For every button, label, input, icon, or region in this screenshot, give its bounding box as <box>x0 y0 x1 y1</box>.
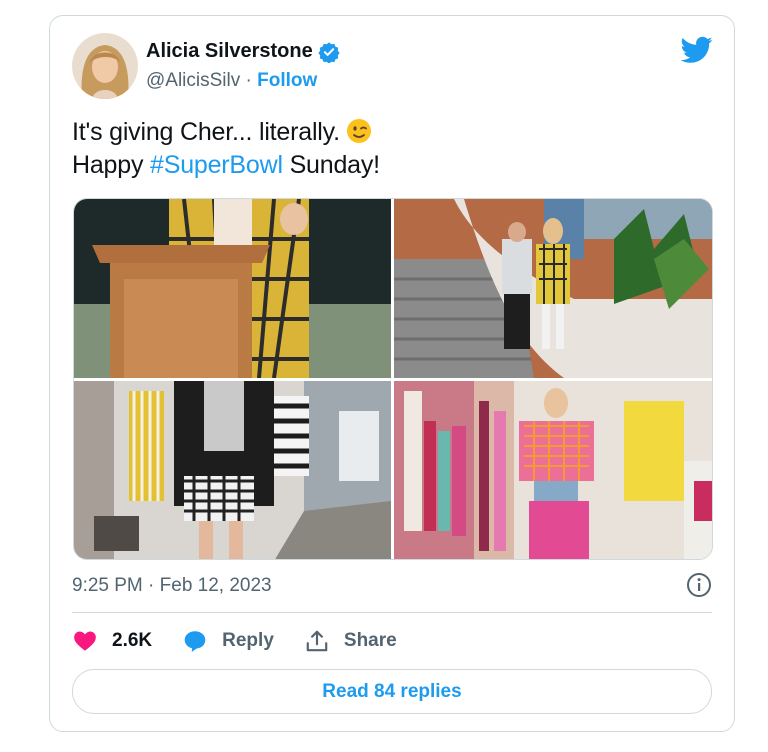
tweet-line-2-prefix: Happy <box>72 151 151 179</box>
share-icon <box>306 630 328 652</box>
follow-link[interactable]: Follow <box>257 70 317 91</box>
boutique-photo[interactable] <box>394 381 712 559</box>
reply-bubble-icon <box>184 631 206 652</box>
author-handle[interactable]: @AlicisSilv <box>146 70 240 91</box>
read-replies-button[interactable]: Read 84 replies <box>72 669 712 714</box>
divider <box>72 612 712 613</box>
handle-separator: · <box>240 70 258 91</box>
avatar[interactable] <box>72 33 138 99</box>
tweet-text: It's giving Cher... literally. Happy #Su… <box>72 116 380 182</box>
media-grid <box>73 198 713 560</box>
like-button[interactable]: 2.6K <box>72 628 152 654</box>
podium-photo[interactable] <box>74 199 391 378</box>
wink-emoji-icon <box>346 119 371 143</box>
tweet-card: Alicia Silverstone @AlicisSilv · Follow … <box>49 15 735 732</box>
tweet-timestamp[interactable]: 9:25 PM · Feb 12, 2023 <box>72 575 272 597</box>
tweet-line-1-text: It's giving Cher... literally. <box>72 118 340 146</box>
tweet-line-2: Happy #SuperBowl Sunday! <box>72 149 380 182</box>
staircase-photo[interactable] <box>394 199 712 378</box>
hashtag-link[interactable]: #SuperBowl <box>150 151 283 179</box>
author-name-row: Alicia Silverstone <box>146 40 340 63</box>
info-icon[interactable] <box>686 572 712 598</box>
tweet-line-2-suffix: Sunday! <box>282 151 381 179</box>
author-handle-row: @AlicisSilv · Follow <box>146 70 317 92</box>
author-name[interactable]: Alicia Silverstone <box>146 40 313 63</box>
reply-label: Reply <box>222 630 274 651</box>
like-count: 2.6K <box>112 630 153 651</box>
share-label: Share <box>343 630 397 651</box>
tweet-line-1: It's giving Cher... literally. <box>72 116 380 149</box>
verified-badge-icon <box>318 41 340 63</box>
reply-button[interactable]: Reply <box>182 628 274 654</box>
street-shopping-photo[interactable] <box>74 381 391 559</box>
share-button[interactable]: Share <box>304 628 397 654</box>
heart-icon <box>74 631 96 651</box>
twitter-bird-icon[interactable] <box>681 36 713 64</box>
action-bar: 2.6K Reply Share <box>72 624 427 658</box>
